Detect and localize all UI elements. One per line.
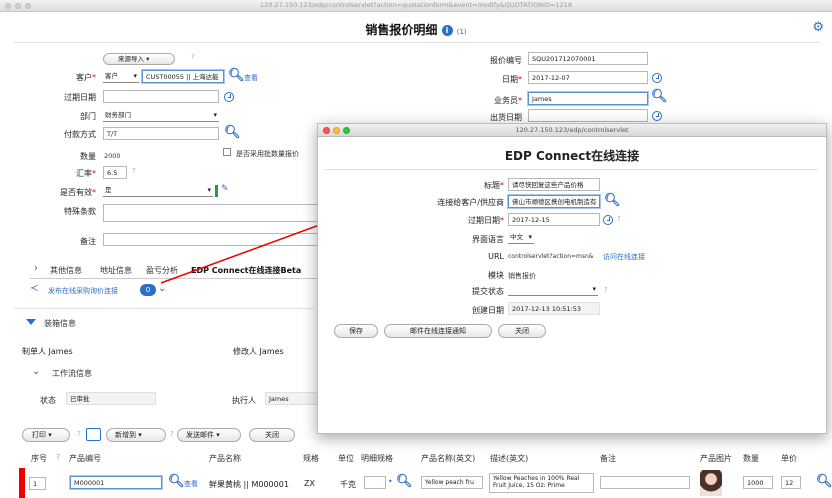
popup-module-value: 销售报价 [508, 272, 536, 280]
edp-connect-popup: 120.27.150.123/edp/controlservlet EDP Co… [317, 123, 827, 434]
help-icon[interactable]: ? [617, 215, 621, 223]
popup-url-label: URL [488, 252, 504, 261]
popup-url-value: controlservlet?action=msn& [508, 253, 594, 260]
popup-lang-label: 界面语言 [472, 235, 504, 244]
popup-save-button[interactable]: 保存 [334, 324, 378, 338]
help-icon[interactable]: ? [604, 286, 608, 294]
calendar-clock-icon[interactable] [603, 215, 613, 225]
popup-close-button[interactable]: 关闭 [498, 324, 546, 338]
visit-link[interactable]: 访问在线连接 [603, 252, 645, 262]
popup-url: 120.27.150.123/edp/controlservlet [515, 126, 629, 134]
popup-lang-select[interactable]: 中文 ▾ [508, 232, 534, 244]
popup-mail-button[interactable]: 邮件在线连接通知 [384, 324, 492, 338]
popup-created-label: 创建日期 [472, 306, 504, 315]
popup-divider [324, 169, 818, 170]
popup-target-input[interactable]: 佛山市顺德区携创电机制造有 [508, 195, 600, 208]
search-icon[interactable]: 🔍︎ [604, 194, 621, 207]
popup-title: EDP Connect在线连接 [504, 149, 640, 163]
popup-expiry-label: 过期日期* [468, 216, 504, 225]
popup-submit-select[interactable]: ▾ [508, 284, 598, 296]
popup-titlebar: 120.27.150.123/edp/controlservlet [318, 124, 826, 137]
popup-title-label: 标题* [484, 181, 504, 190]
popup-target-label: 连接给客户/供应商 [437, 198, 504, 207]
popup-submit-label: 提交状态 [472, 287, 504, 296]
popup-title-input[interactable]: 请尽快回复这些产品价格 [508, 178, 600, 191]
popup-created-value: 2017-12-13 10:51:53 [508, 302, 600, 315]
popup-module-label: 模块 [488, 271, 504, 280]
popup-expiry-input[interactable]: 2017-12-15 [508, 213, 600, 226]
